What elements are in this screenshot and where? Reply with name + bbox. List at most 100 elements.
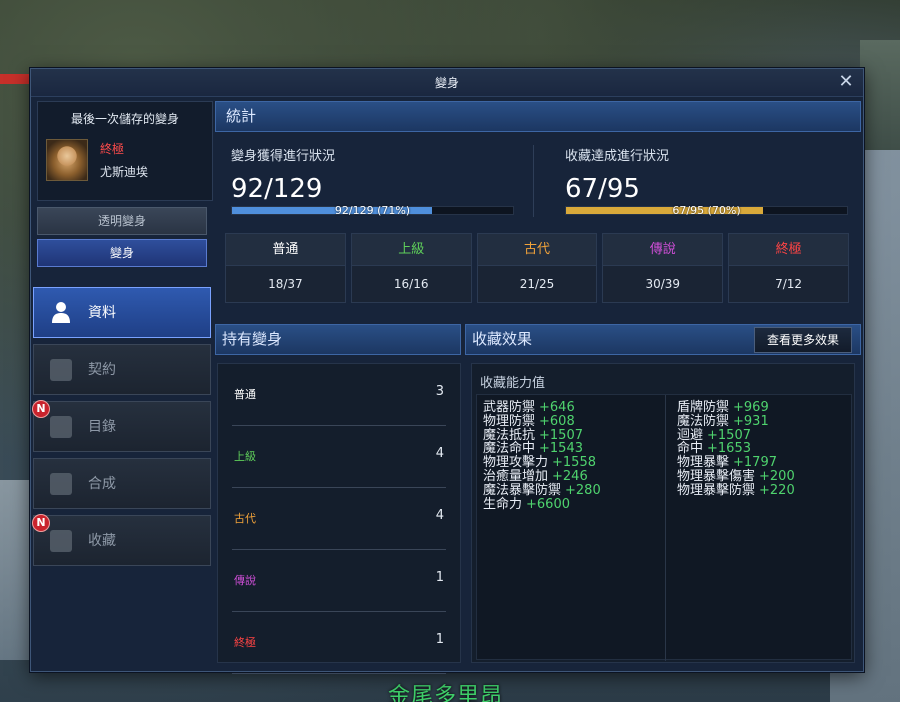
transform-button[interactable]: 變身 xyxy=(37,239,207,267)
effect-stat-row: 生命力 +6600 xyxy=(483,496,601,512)
effect-stat-row: 物理暴擊傷害 +200 xyxy=(677,470,795,484)
effect-stat-value: +969 xyxy=(733,400,769,415)
owned-row: 上級 4 xyxy=(232,426,446,488)
owned-grade-name: 終極 xyxy=(234,636,256,649)
nav-label: 合成 xyxy=(88,476,116,492)
new-badge-icon: N xyxy=(32,400,50,418)
effect-stat-name: 物理暴擊傷害 xyxy=(677,468,756,484)
effect-stat-row: 魔法暴擊防禦 +280 xyxy=(483,483,601,498)
transformation-window: 變身 ✕ 最後一次儲存的變身 終極 尤斯迪埃 透明變身 變身 資料 契約 N 目… xyxy=(30,68,864,674)
acquire-progress: 變身獲得進行狀況 92/129 92/129 (71%) xyxy=(231,135,531,217)
nav-item-contract[interactable]: 契約 xyxy=(33,344,211,395)
grade-name: 上級 xyxy=(351,234,471,266)
owned-row: 傳說 1 xyxy=(232,550,446,612)
side-nav: 資料 契約 N 目錄 合成 N 收藏 xyxy=(32,287,211,572)
catalog-icon xyxy=(50,416,72,438)
effect-stat-name: 武器防禦 xyxy=(483,400,536,415)
more-effects-button[interactable]: 查看更多效果 xyxy=(754,327,852,353)
effect-column-left: 武器防禦 +646 物理防禦 +608 魔法抵抗 +1507 魔法命中 +1543 物理攻擊力 +… xyxy=(483,401,601,511)
acquire-progress-title: 變身獲得進行狀況 xyxy=(231,149,336,164)
owned-grade-name: 古代 xyxy=(234,512,256,525)
nav-item-collection[interactable]: N 收藏 xyxy=(32,514,211,566)
left-panel: 最後一次儲存的變身 終極 尤斯迪埃 透明變身 變身 xyxy=(37,101,213,267)
effect-stat-row: 物理暴擊 +1797 xyxy=(677,456,795,470)
effect-stat-value: +1797 xyxy=(733,455,777,471)
window-titlebar[interactable]: 變身 ✕ xyxy=(31,69,863,97)
last-saved-entry[interactable]: 終極 尤斯迪埃 xyxy=(46,139,212,181)
nav-label: 契約 xyxy=(88,362,116,378)
grade-cell-superior: 上級 16/16 xyxy=(350,233,472,303)
effect-stat-name: 物理暴擊防禦 xyxy=(677,482,756,498)
person-icon xyxy=(52,302,70,323)
last-saved-box: 最後一次儲存的變身 終極 尤斯迪埃 xyxy=(37,101,213,201)
nav-item-combine[interactable]: 合成 xyxy=(33,458,211,509)
progress-area: 變身獲得進行狀況 92/129 92/129 (71%) 收藏達成進行狀況 67… xyxy=(215,135,861,227)
acquire-progress-bar: 92/129 (71%) xyxy=(231,204,514,217)
collection-progress-value: 67/95 xyxy=(565,174,640,204)
effect-stat-row: 物理暴擊防禦 +220 xyxy=(677,482,795,498)
owned-row: 終極 1 xyxy=(232,612,446,674)
contract-icon xyxy=(50,359,72,381)
window-title: 變身 xyxy=(434,76,459,90)
grade-name: 終極 xyxy=(729,234,848,266)
nav-label: 收藏 xyxy=(88,533,116,549)
effect-stat-name: 物理防禦 xyxy=(483,413,536,429)
grade-count: 21/25 xyxy=(519,277,555,291)
effect-stats-box[interactable]: 武器防禦 +646 物理防禦 +608 魔法抵抗 +1507 魔法命中 +1543 物理攻擊力 +… xyxy=(476,394,852,661)
effect-stat-row: 物理攻擊力 +1558 xyxy=(483,456,601,470)
effect-stat-name: 魔法防禦 xyxy=(677,413,730,429)
nav-item-info[interactable]: 資料 xyxy=(33,287,211,338)
hp-bar-fragment xyxy=(0,74,30,84)
grade-cell-common: 普通 18/37 xyxy=(225,233,346,303)
effect-stat-name: 治癒量增加 xyxy=(483,468,549,484)
effect-stat-name: 生命力 xyxy=(483,496,523,512)
effect-stat-value: +608 xyxy=(539,413,575,429)
world-snow-tree xyxy=(0,480,32,660)
owned-grade-count: 1 xyxy=(435,570,444,585)
transparent-transform-button[interactable]: 透明變身 xyxy=(37,207,207,235)
grade-count: 7/12 xyxy=(775,277,803,291)
acquire-progress-text: 92/129 (71%) xyxy=(334,204,411,217)
grade-count: 16/16 xyxy=(393,277,429,291)
effect-stat-value: +1558 xyxy=(552,455,596,471)
effect-panel: 收藏能力值 武器防禦 +646 物理防禦 +608 魔法抵抗 +1507 魔法命中 +1543… xyxy=(471,363,855,663)
progress-divider xyxy=(533,145,534,217)
effect-stat-row: 武器防禦 +646 xyxy=(483,401,601,415)
grade-count: 30/39 xyxy=(645,277,681,291)
effect-stat-value: +931 xyxy=(733,413,769,429)
world-railing xyxy=(860,40,900,150)
transformation-portrait xyxy=(46,139,88,181)
grade-grid: 普通 18/37 上級 16/16 古代 21/25 傳說 30/39 終極 7… xyxy=(225,233,849,303)
owned-row: 普通 3 xyxy=(232,364,446,426)
owned-grade-count: 4 xyxy=(435,446,444,461)
effect-stat-row: 物理防禦 +608 xyxy=(483,413,601,429)
owned-header: 持有變身 xyxy=(215,324,461,355)
effect-stat-value: +246 xyxy=(552,468,588,484)
last-saved-name: 尤斯迪埃 xyxy=(100,165,149,179)
owned-grade-name: 普通 xyxy=(234,388,256,401)
new-badge-icon: N xyxy=(32,514,50,532)
collection-progress: 收藏達成進行狀況 67/95 67/95 (70%) xyxy=(565,135,865,217)
collection-icon xyxy=(50,530,72,552)
grade-name: 普通 xyxy=(226,234,345,266)
owned-grade-count: 4 xyxy=(435,508,444,523)
owned-grade-name: 傳說 xyxy=(234,574,256,587)
nav-item-catalog[interactable]: N 目錄 xyxy=(32,400,211,452)
owned-list[interactable]: 普通 3 上級 4 古代 4 傳說 1 終極 1 xyxy=(217,363,461,674)
collection-progress-title: 收藏達成進行狀況 xyxy=(565,149,670,164)
grade-cell-ancient: 古代 21/25 xyxy=(476,233,598,303)
effect-title: 收藏能力值 xyxy=(480,376,546,391)
last-saved-title: 最後一次儲存的變身 xyxy=(70,112,179,126)
grade-cell-ultimate: 終極 7/12 xyxy=(728,233,849,303)
effect-column-right: 盾牌防禦 +969 魔法防禦 +931 迴避 +1507 命中 +1653 物理暴擊 +1797 物… xyxy=(677,401,795,498)
grade-name: 古代 xyxy=(477,234,597,266)
grade-count: 18/37 xyxy=(268,277,303,291)
effect-stat-value: +200 xyxy=(759,468,795,484)
last-saved-grade: 終極 xyxy=(100,142,125,156)
effect-stat-value: +646 xyxy=(539,400,575,415)
effect-stat-value: +6600 xyxy=(526,496,570,512)
grade-name: 傳說 xyxy=(603,234,723,266)
close-icon[interactable]: ✕ xyxy=(835,71,857,93)
owned-grade-count: 3 xyxy=(435,384,444,399)
nav-label: 目錄 xyxy=(88,419,116,435)
